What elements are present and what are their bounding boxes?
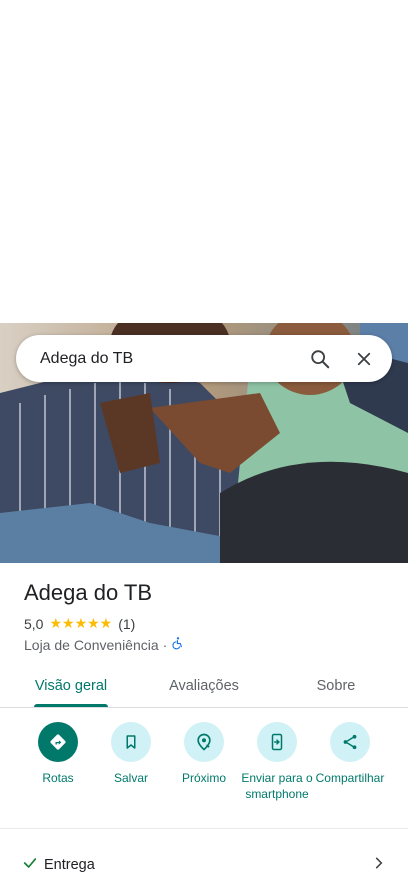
rating-value: 5,0 [24, 615, 44, 632]
search-query[interactable]: Adega do TB [40, 350, 298, 368]
tab-overview[interactable]: Visão geral [20, 664, 122, 708]
review-count[interactable]: (1) [118, 616, 135, 632]
tab-bar: Visão geral Avaliações Sobre [0, 664, 408, 708]
place-name: Adega do TB [24, 580, 153, 605]
bookmark-icon[interactable] [111, 722, 151, 762]
save-label: Salvar [113, 771, 148, 785]
save-button[interactable]: Salvar [91, 722, 171, 786]
send-to-phone-button[interactable]: Enviar para o smartphone [237, 722, 317, 802]
active-tab-indicator [34, 704, 108, 707]
rating-stars: ★★★★★ [49, 615, 113, 631]
nearby-icon[interactable] [184, 722, 224, 762]
directions-button[interactable]: Rotas [18, 722, 98, 786]
delivery-label: Entrega [44, 857, 95, 873]
send-to-phone-label: Enviar para o smartphone [241, 771, 313, 801]
chevron-right-icon[interactable] [372, 856, 386, 875]
category-row: Loja de Conveniência · [24, 636, 185, 653]
category-label: Loja de Conveniência [24, 636, 159, 653]
directions-label: Rotas [42, 771, 74, 785]
wheelchair-icon [171, 636, 185, 653]
share-label: Compartilhar [315, 771, 385, 785]
tab-about[interactable]: Sobre [300, 664, 372, 708]
share-icon[interactable] [330, 722, 370, 762]
map-area[interactable] [0, 0, 408, 323]
search-icon[interactable] [298, 337, 342, 381]
search-bar[interactable]: Adega do TB [16, 335, 392, 382]
tab-reviews[interactable]: Avaliações [150, 664, 258, 708]
separator: · [162, 636, 168, 653]
directions-icon[interactable] [38, 722, 78, 762]
rating-row[interactable]: 5,0 ★★★★★ (1) [24, 615, 135, 632]
delivery-row[interactable]: Entrega [22, 850, 386, 880]
section-divider [0, 828, 408, 829]
close-icon[interactable] [342, 337, 386, 381]
share-button[interactable]: Compartilhar [310, 722, 390, 786]
send-to-phone-icon[interactable] [257, 722, 297, 762]
check-icon [22, 855, 38, 876]
nearby-button[interactable]: Próximo [164, 722, 244, 786]
nearby-label: Próximo [181, 771, 226, 785]
